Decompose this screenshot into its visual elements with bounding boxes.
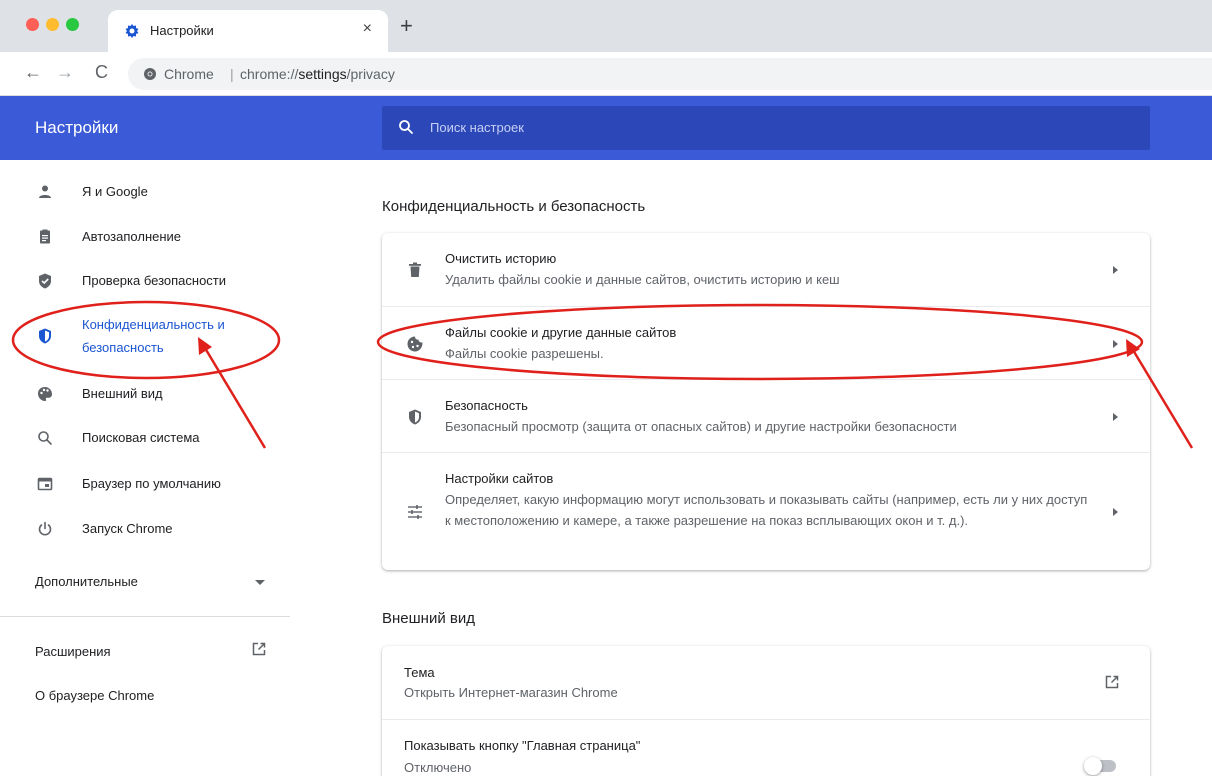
sidebar-item-label: Автозаполнение	[82, 229, 182, 244]
theme-subtitle: Открыть Интернет-магазин Chrome	[404, 685, 618, 700]
address-bar[interactable]: Chrome | chrome://settings/privacy	[128, 58, 1212, 90]
caret-down-icon	[255, 580, 265, 585]
palette-icon	[38, 387, 52, 401]
settings-header: Настройки Поиск настроек	[0, 96, 1212, 160]
cookie-icon	[407, 336, 423, 352]
chevron-right-icon	[1113, 413, 1118, 421]
search-placeholder: Поиск настроек	[430, 120, 524, 135]
gear-icon	[125, 24, 139, 38]
row-title: Настройки сайтов	[445, 471, 554, 486]
url-scheme: chrome://	[240, 66, 299, 82]
sidebar-item-autofill[interactable]: Автозаполнение	[0, 217, 290, 257]
row-subtitle: Удалить файлы cookie и данные сайтов, оч…	[445, 272, 840, 287]
chevron-right-icon	[1113, 266, 1118, 274]
power-icon	[38, 521, 52, 536]
row-title: Безопасность	[445, 398, 528, 413]
page-title: Настройки	[35, 118, 119, 137]
tab-title: Настройки	[150, 23, 214, 38]
sidebar-item-privacy[interactable]: Конфиденциальность и безопасность	[0, 310, 290, 362]
search-input[interactable]: Поиск настроек	[382, 106, 1150, 150]
new-tab-button[interactable]: +	[400, 15, 413, 37]
sidebar-item-search-engine[interactable]: Поисковая система	[0, 418, 290, 458]
shield-privacy-icon	[39, 328, 51, 344]
shield-icon	[409, 409, 421, 425]
row-title: Очистить историю	[445, 251, 557, 266]
browser-toolbar: ← → C Chrome | chrome://settings/privacy	[0, 52, 1212, 96]
sidebar-item-on-startup[interactable]: Запуск Chrome	[0, 509, 290, 549]
tune-icon	[408, 505, 422, 519]
settings-sidebar: Я и Google Автозаполнение Проверка безоп…	[0, 160, 290, 776]
browser-icon	[37, 477, 53, 491]
privacy-section-title: Конфиденциальность и безопасность	[382, 198, 646, 215]
clipboard-icon	[40, 229, 50, 244]
cookies-row[interactable]: Файлы cookie и другие данные сайтов Файл…	[382, 306, 1150, 379]
zoom-window-button[interactable]	[66, 18, 79, 31]
sidebar-item-default-browser[interactable]: Браузер по умолчанию	[0, 464, 290, 504]
row-subtitle: Определяет, какую информацию могут испол…	[445, 492, 1088, 528]
sidebar-item-label: Поисковая система	[82, 430, 200, 445]
sidebar-item-label: Браузер по умолчанию	[82, 476, 221, 491]
url-separator: |	[230, 66, 234, 82]
advanced-label: Дополнительные	[35, 574, 138, 589]
row-subtitle: Безопасный просмотр (защита от опасных с…	[445, 419, 957, 434]
sidebar-item-label: Проверка безопасности	[82, 273, 227, 288]
sidebar-item-label: Я и Google	[82, 184, 148, 199]
person-icon	[39, 185, 51, 198]
home-button-subtitle: Отключено	[404, 760, 472, 775]
appearance-section-title: Внешний вид	[382, 610, 475, 627]
url-text: chrome://settings/privacy	[240, 66, 395, 82]
theme-row[interactable]: Тема Открыть Интернет-магазин Chrome	[382, 646, 1150, 719]
row-title: Файлы cookie и другие данные сайтов	[445, 325, 677, 340]
back-button[interactable]: ←	[24, 63, 42, 81]
shield-check-icon	[39, 273, 51, 289]
extensions-label: Расширения	[35, 644, 111, 659]
minimize-window-button[interactable]	[46, 18, 59, 31]
search-icon	[38, 431, 52, 445]
chrome-icon	[144, 68, 156, 80]
open-external-icon	[252, 642, 266, 656]
url-host: settings	[298, 66, 347, 82]
sidebar-item-appearance[interactable]: Внешний вид	[0, 374, 290, 414]
sidebar-advanced-toggle[interactable]: Дополнительные	[0, 562, 290, 602]
chevron-right-icon	[1113, 340, 1118, 348]
sidebar-divider	[0, 616, 290, 617]
tab-settings[interactable]: Настройки ×	[108, 10, 388, 52]
sidebar-item-label: Внешний вид	[82, 386, 163, 401]
open-external-icon[interactable]	[1104, 674, 1120, 690]
appearance-card: Тема Открыть Интернет-магазин Chrome Пок…	[382, 646, 1150, 776]
clear-history-row[interactable]: Очистить историю Удалить файлы cookie и …	[382, 233, 1150, 306]
close-window-button[interactable]	[26, 18, 39, 31]
forward-button[interactable]: →	[56, 63, 74, 81]
sidebar-item-you-and-google[interactable]: Я и Google	[0, 172, 290, 212]
privacy-card: Очистить историю Удалить файлы cookie и …	[382, 233, 1150, 570]
reload-button[interactable]: C	[95, 63, 108, 81]
theme-title: Тема	[404, 665, 435, 680]
sidebar-item-label-line2: безопасность	[82, 340, 164, 355]
chevron-right-icon	[1113, 508, 1118, 516]
sidebar-item-extensions[interactable]: Расширения	[0, 632, 290, 672]
home-button-title: Показывать кнопку "Главная страница"	[404, 738, 641, 753]
site-settings-row[interactable]: Настройки сайтов Определяет, какую инфор…	[382, 452, 1150, 570]
about-label: О браузере Chrome	[35, 688, 155, 703]
home-button-toggle[interactable]	[1084, 757, 1116, 775]
toggle-knob	[1084, 757, 1102, 775]
sidebar-item-about[interactable]: О браузере Chrome	[0, 676, 290, 716]
sidebar-item-label: Запуск Chrome	[82, 521, 173, 536]
url-path: /privacy	[346, 66, 395, 82]
row-subtitle: Файлы cookie разрешены.	[445, 346, 604, 361]
sidebar-item-safety-check[interactable]: Проверка безопасности	[0, 261, 290, 301]
tab-strip: Настройки × +	[0, 0, 1212, 52]
security-row[interactable]: Безопасность Безопасный просмотр (защита…	[382, 379, 1150, 452]
trash-icon	[409, 262, 421, 277]
close-tab-button[interactable]: ×	[363, 20, 372, 38]
site-chip: Chrome	[164, 66, 214, 82]
search-icon	[399, 120, 413, 134]
home-button-row: Показывать кнопку "Главная страница" Отк…	[382, 719, 1150, 776]
sidebar-item-label: Конфиденциальность и	[82, 317, 225, 332]
